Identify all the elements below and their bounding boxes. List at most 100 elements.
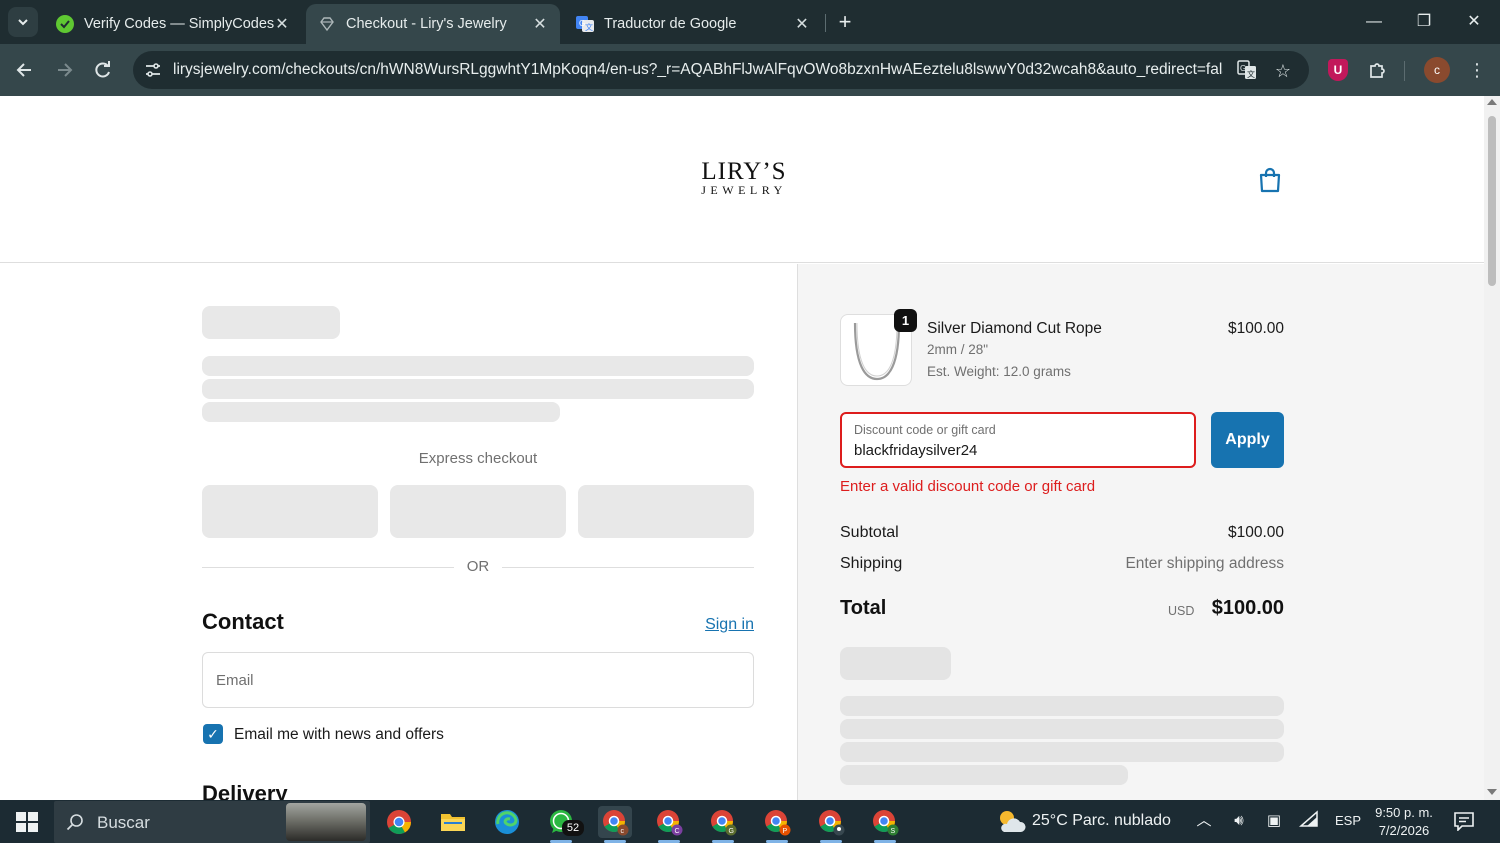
scroll-up-arrow[interactable]: [1487, 99, 1497, 105]
bookmark-star-icon[interactable]: ☆: [1272, 60, 1294, 82]
subtotal-value: $100.00: [1227, 524, 1284, 541]
weather-text[interactable]: 25°C Parc. nublado: [1032, 812, 1171, 830]
order-summary: 1 Silver Diamond Cut Rope 2mm / 28" Est.…: [797, 264, 1484, 800]
new-tab-button[interactable]: +: [832, 8, 858, 36]
tab-search-button[interactable]: [8, 7, 38, 37]
logo-subtitle: JEWELRY: [701, 183, 787, 197]
express-pay-button-placeholder[interactable]: [202, 485, 378, 538]
search-icon: [66, 814, 83, 831]
express-pay-button-placeholder[interactable]: [578, 485, 754, 538]
express-pay-button-placeholder[interactable]: [390, 485, 566, 538]
skeleton-placeholder: [840, 765, 1128, 785]
back-button[interactable]: [11, 56, 39, 84]
checkout-form-column: Express checkout OR Contact Sign in Emai…: [0, 264, 797, 800]
quantity-badge: 1: [894, 309, 917, 332]
page-scrollbar[interactable]: [1484, 96, 1500, 800]
taskbar-chrome-profile-c[interactable]: c: [598, 806, 632, 843]
tab-title: Verify Codes — SimplyCodes: [84, 16, 274, 32]
newsletter-label[interactable]: Email me with news and offers: [234, 726, 444, 744]
svg-text:文: 文: [1247, 69, 1255, 79]
close-icon[interactable]: ✕: [794, 14, 810, 34]
total-value: $100.00: [1211, 597, 1284, 619]
skeleton-placeholder: [202, 356, 754, 376]
shopping-bag-icon[interactable]: [1257, 166, 1283, 194]
discount-code-field[interactable]: Discount code or gift card blackfridaysi…: [840, 412, 1196, 468]
tray-overflow-chevron-icon[interactable]: ︿: [1193, 810, 1215, 832]
skeleton-placeholder: [840, 742, 1284, 762]
taskbar-chrome-profile-person[interactable]: [814, 806, 848, 843]
minimize-button[interactable]: —: [1354, 6, 1394, 38]
skeleton-placeholder: [840, 647, 951, 680]
language-indicator[interactable]: ESP: [1335, 813, 1361, 828]
close-icon[interactable]: ✕: [532, 14, 548, 34]
device-icon[interactable]: ▣: [1263, 810, 1285, 832]
puzzle-icon: [1370, 63, 1385, 78]
sign-in-link[interactable]: Sign in: [690, 616, 754, 634]
chrome-profile-icon: S: [873, 810, 899, 836]
taskbar-file-explorer[interactable]: [436, 806, 470, 838]
close-window-button[interactable]: ✕: [1454, 6, 1494, 38]
chevron-down-icon: [18, 19, 28, 26]
email-field[interactable]: Email: [202, 652, 754, 708]
svg-text:C: C: [675, 828, 680, 835]
clock-time: 9:50 p. m.: [1375, 805, 1433, 820]
translate-glyph-icon: G文: [1237, 60, 1256, 79]
checkout-page: LIRY’S JEWELRY Express checkout OR Conta…: [0, 96, 1484, 800]
weather-partly-cloudy-icon[interactable]: [996, 808, 1026, 834]
windows-start-icon[interactable]: [16, 812, 38, 832]
tab-checkout[interactable]: Checkout - Liry's Jewelry ✕: [306, 4, 560, 44]
restore-button[interactable]: ❐: [1404, 6, 1444, 38]
store-header: LIRY’S JEWELRY: [0, 96, 1484, 263]
arrow-left-icon: [16, 63, 31, 77]
browser-toolbar: lirysjewelry.com/checkouts/cn/hWN8WursRL…: [0, 44, 1500, 96]
taskbar-search-box[interactable]: Buscar: [54, 801, 370, 843]
search-highlight-image: [286, 803, 366, 841]
taskbar-chrome-profile-g[interactable]: G: [706, 806, 740, 843]
extensions-puzzle-icon[interactable]: [1365, 57, 1391, 83]
forward-button[interactable]: [50, 56, 78, 84]
browser-menu-icon[interactable]: ⋮: [1464, 57, 1490, 83]
discount-error-message: Enter a valid discount code or gift card: [840, 478, 1096, 495]
site-settings-icon[interactable]: [143, 60, 163, 80]
taskbar-chrome-profile-c2[interactable]: C: [652, 806, 686, 843]
taskbar-edge[interactable]: [490, 806, 524, 838]
taskbar-chrome[interactable]: [382, 806, 416, 838]
scroll-down-arrow[interactable]: [1487, 789, 1497, 795]
chrome-profile-icon: P: [765, 810, 791, 836]
translate-icon[interactable]: G文: [1236, 60, 1258, 82]
svg-text:G: G: [729, 828, 734, 835]
wifi-icon[interactable]: [1298, 810, 1320, 832]
folder-icon: [441, 814, 465, 831]
skeleton-placeholder: [202, 379, 754, 399]
tab-google-translate[interactable]: G文 Traductor de Google ✕: [564, 4, 822, 44]
taskbar-chrome-profile-s[interactable]: S: [868, 806, 902, 843]
taskbar-chrome-profile-p[interactable]: P: [760, 806, 794, 843]
ublock-extension-icon[interactable]: U: [1328, 59, 1348, 81]
clock-date: 7/2/2026: [1378, 823, 1430, 838]
close-icon[interactable]: ✕: [274, 14, 290, 34]
contact-heading: Contact: [202, 609, 284, 634]
shipping-value: Enter shipping address: [1125, 555, 1284, 572]
address-bar[interactable]: lirysjewelry.com/checkouts/cn/hWN8WursRL…: [133, 51, 1309, 89]
divider: [202, 567, 454, 568]
svg-text:c: c: [621, 828, 625, 835]
email-placeholder: Email: [216, 672, 254, 689]
discount-field-label: Discount code or gift card: [854, 423, 996, 437]
tab-simplycodes[interactable]: Verify Codes — SimplyCodes ✕: [44, 4, 302, 44]
chrome-profile-icon: c: [603, 810, 629, 836]
newsletter-checkbox[interactable]: ✓: [203, 724, 223, 744]
store-logo[interactable]: LIRY’S JEWELRY: [690, 159, 798, 197]
profile-avatar[interactable]: c: [1424, 57, 1450, 83]
divider: [502, 567, 754, 568]
scrollbar-thumb[interactable]: [1488, 116, 1496, 286]
delivery-heading: Delivery: [202, 781, 288, 800]
edge-icon: [495, 810, 519, 834]
reload-button[interactable]: [89, 56, 117, 84]
chrome-profile-icon: [819, 810, 845, 836]
notification-center-icon[interactable]: [1453, 811, 1475, 831]
volume-icon[interactable]: 🔊︎: [1228, 810, 1250, 832]
apply-discount-button[interactable]: Apply: [1211, 412, 1284, 468]
skeleton-placeholder: [202, 402, 560, 422]
skeleton-placeholder: [840, 696, 1284, 716]
taskbar-clock[interactable]: 9:50 p. m. 7/2/2026: [1368, 804, 1440, 840]
